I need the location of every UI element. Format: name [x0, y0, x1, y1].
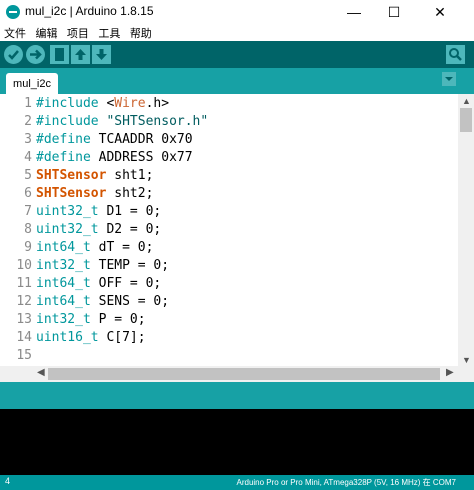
code-token: uint16_t: [36, 330, 99, 345]
code-token: int64_t: [36, 294, 91, 309]
vertical-scrollbar[interactable]: [458, 94, 474, 366]
code-token: SHTSensor: [36, 168, 107, 183]
line-number: 7: [24, 204, 32, 219]
code-token: ADDRESS 0x77: [90, 150, 193, 165]
code-line: 12 int64_t SENS = 0;: [0, 293, 458, 311]
code-token: P = 0;: [90, 312, 146, 327]
code-token: Wire: [114, 96, 146, 111]
open-icon[interactable]: [71, 45, 90, 64]
toolbar: [0, 41, 474, 68]
scroll-left-icon[interactable]: ◀: [37, 367, 45, 378]
code-token: SHTSensor: [36, 186, 107, 201]
maximize-button[interactable]: ☐: [374, 0, 414, 24]
line-number: 13: [16, 312, 32, 327]
scroll-down-icon[interactable]: ▼: [462, 355, 471, 365]
close-button[interactable]: ✕: [420, 0, 460, 24]
line-number: 11: [16, 276, 32, 291]
line-number: 14: [16, 330, 32, 345]
line-number: 1: [24, 96, 32, 111]
title-bar: mul_i2c | Arduino 1.8.15 — ☐ ✕: [0, 0, 474, 24]
tab-mul-i2c[interactable]: mul_i2c: [6, 73, 58, 94]
code-line: 15: [0, 347, 458, 365]
code-token: #define: [36, 132, 91, 147]
code-token: TCAADDR 0x70: [90, 132, 193, 147]
code-line: 11 int64_t OFF = 0;: [0, 275, 458, 293]
tab-menu-icon[interactable]: [442, 72, 456, 86]
status-line-number: 4: [5, 476, 11, 486]
new-icon[interactable]: [50, 45, 69, 64]
code-line: 3 #define TCAADDR 0x70: [0, 131, 458, 149]
code-token: #include: [36, 96, 99, 111]
line-number: 5: [24, 168, 32, 183]
scroll-right-icon[interactable]: ▶: [446, 367, 454, 378]
message-area: [0, 382, 474, 409]
verify-icon[interactable]: [4, 45, 23, 64]
serial-monitor-icon[interactable]: [446, 45, 465, 64]
horizontal-scroll-thumb[interactable]: [48, 368, 440, 380]
code-token: int32_t: [36, 258, 91, 273]
code-token: #include: [36, 114, 99, 129]
menu-bar: 文件 编辑 项目 工具 帮助: [0, 24, 474, 41]
line-number: 8: [24, 222, 32, 237]
line-number: 2: [24, 114, 32, 129]
status-board-info: Arduino Pro or Pro Mini, ATmega328P (5V,…: [236, 478, 457, 487]
window-title: mul_i2c | Arduino 1.8.15: [25, 4, 154, 18]
line-number: 6: [24, 186, 32, 201]
code-token: .h": [184, 114, 209, 129]
code-token: ": [98, 114, 115, 129]
code-token: int64_t: [36, 276, 91, 291]
code-token: C[7];: [98, 330, 146, 345]
code-token: int32_t: [36, 312, 91, 327]
code-line: 9 int64_t dT = 0;: [0, 239, 458, 257]
line-number: 3: [24, 132, 32, 147]
code-token: <: [98, 96, 115, 111]
line-number: 9: [24, 240, 32, 255]
code-line: 5 SHTSensor sht1;: [0, 167, 458, 185]
code-line: 2 #include "SHTSensor.h": [0, 113, 458, 131]
line-number: 4: [24, 150, 32, 165]
code-token: SHTSensor: [114, 114, 185, 129]
code-token: dT = 0;: [90, 240, 154, 255]
code-line: 6 SHTSensor sht2;: [0, 185, 458, 203]
code-token: OFF = 0;: [90, 276, 162, 291]
line-number: 10: [16, 258, 32, 273]
code-token: sht1;: [106, 168, 154, 183]
tab-bar: mul_i2c: [0, 68, 474, 94]
code-token: SENS = 0;: [90, 294, 170, 309]
upload-icon[interactable]: [26, 45, 45, 64]
code-token: D2 = 0;: [98, 222, 162, 237]
code-line: 10 int32_t TEMP = 0;: [0, 257, 458, 275]
code-editor[interactable]: 1 #include <Wire.h> 2 #include "SHTSensor.…: [0, 94, 458, 366]
code-token: .h>: [145, 96, 170, 111]
code-line: 14 uint16_t C[7];: [0, 329, 458, 347]
code-token: int64_t: [36, 240, 91, 255]
scroll-up-icon[interactable]: ▲: [462, 96, 471, 106]
line-number: 12: [16, 294, 32, 309]
console-output[interactable]: [0, 409, 474, 475]
code-line: 4 #define ADDRESS 0x77: [0, 149, 458, 167]
save-icon[interactable]: [92, 45, 111, 64]
arduino-logo-icon: [6, 5, 20, 19]
line-number: 15: [16, 348, 32, 363]
code-token: TEMP = 0;: [90, 258, 170, 273]
code-token: sht2;: [106, 186, 154, 201]
code-token: uint32_t: [36, 222, 99, 237]
vertical-scroll-thumb[interactable]: [460, 108, 472, 132]
code-line: 8 uint32_t D2 = 0;: [0, 221, 458, 239]
code-line: 13 int32_t P = 0;: [0, 311, 458, 329]
code-token: D1 = 0;: [98, 204, 162, 219]
code-token: #define: [36, 150, 91, 165]
status-bar: 4 Arduino Pro or Pro Mini, ATmega328P (5…: [0, 475, 474, 490]
minimize-button[interactable]: —: [334, 0, 374, 24]
code-line: 1 #include <Wire.h>: [0, 95, 458, 113]
code-line: 7 uint32_t D1 = 0;: [0, 203, 458, 221]
code-token: uint32_t: [36, 204, 99, 219]
